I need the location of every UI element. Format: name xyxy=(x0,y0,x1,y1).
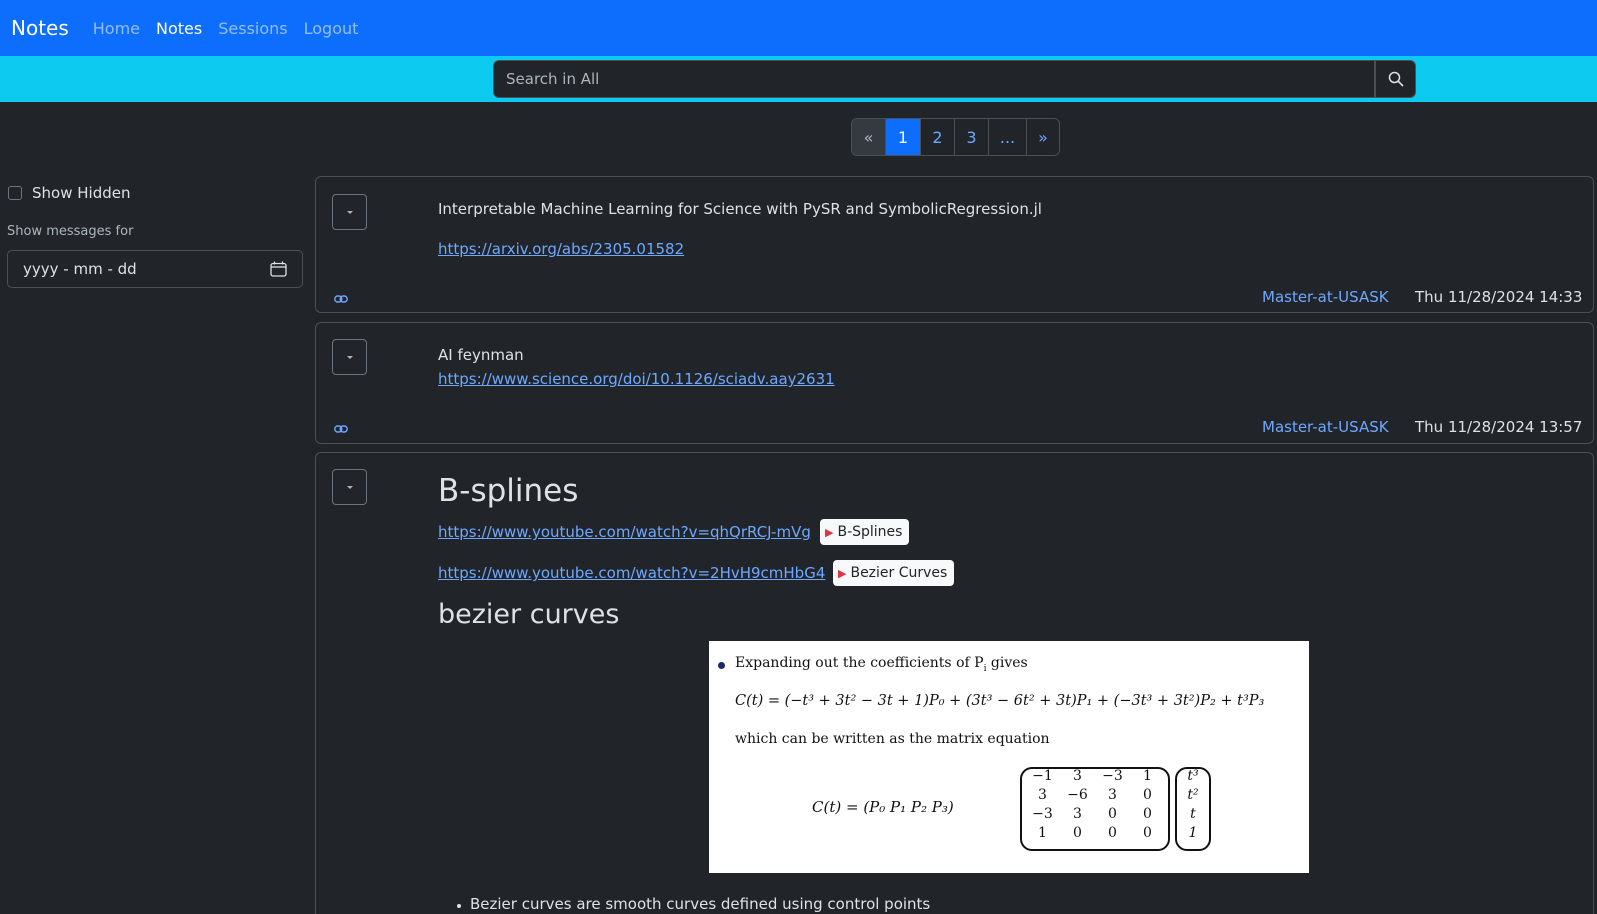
page-2[interactable]: 2 xyxy=(921,119,955,155)
note-card: AI feynman https://www.science.org/doi/1… xyxy=(315,322,1594,444)
note-toggle-button[interactable] xyxy=(332,339,367,375)
note-link[interactable]: https://www.science.org/doi/10.1126/scia… xyxy=(438,370,835,388)
show-hidden-label: Show Hidden xyxy=(32,184,131,202)
note-timestamp: Thu 11/28/2024 13:57 xyxy=(1415,418,1583,436)
matrix-cell: 0 xyxy=(1073,825,1082,841)
vector-cell: t² xyxy=(1187,787,1199,803)
note-author[interactable]: Master-at-USASK xyxy=(1262,288,1389,306)
page-1[interactable]: 1 xyxy=(886,119,921,155)
note-toggle-button[interactable] xyxy=(332,469,367,505)
link-icon[interactable] xyxy=(334,425,348,433)
note-bullet: Bezier curves are smooth curves defined … xyxy=(470,895,931,913)
math-lhs: C(t) = (P₀ P₁ P₂ P₃) xyxy=(812,798,954,816)
matrix-cell: 1 xyxy=(1038,825,1047,841)
show-hidden-checkbox[interactable] xyxy=(8,186,22,200)
vector-cell: t³ xyxy=(1187,768,1199,784)
navbar: Notes Home Notes Sessions Logout xyxy=(0,0,1597,56)
nav-logout-link[interactable]: Logout xyxy=(304,19,359,38)
youtube-badge[interactable]: ▶ Bezier Curves xyxy=(833,560,955,586)
show-hidden-toggle[interactable]: Show Hidden xyxy=(8,184,130,202)
matrix-cell: 3 xyxy=(1038,787,1047,803)
play-icon: ▶ xyxy=(825,525,834,539)
nav-notes-link[interactable]: Notes xyxy=(156,19,202,38)
bullet-icon xyxy=(457,904,461,908)
page-ellipsis[interactable]: ... xyxy=(989,119,1027,155)
matrix-cell: −3 xyxy=(1032,806,1053,822)
nav-sessions-link[interactable]: Sessions xyxy=(218,19,287,38)
note-title: AI feynman xyxy=(438,346,524,364)
matrix-cell: 0 xyxy=(1108,825,1117,841)
matrix-cell: 0 xyxy=(1108,806,1117,822)
badge-label: Bezier Curves xyxy=(850,565,948,581)
page-next[interactable]: » xyxy=(1027,119,1059,155)
nav-home-link[interactable]: Home xyxy=(93,19,140,38)
link-icon[interactable] xyxy=(334,295,348,303)
matrix-cell: −3 xyxy=(1102,768,1123,784)
note-toggle-button[interactable] xyxy=(332,194,367,230)
note-card: B-splines https://www.youtube.com/watch?… xyxy=(315,452,1594,914)
matrix-cell: 3 xyxy=(1073,806,1082,822)
calendar-icon[interactable] xyxy=(270,261,287,277)
badge-label: B-Splines xyxy=(837,524,903,540)
pagination: « 1 2 3 ... » xyxy=(851,118,1060,156)
matrix-cell: 0 xyxy=(1143,787,1152,803)
matrix-cell: −1 xyxy=(1032,768,1053,784)
caret-down-icon xyxy=(346,355,353,359)
caret-down-icon xyxy=(346,485,353,489)
note-subheading: bezier curves xyxy=(438,599,620,630)
note-title: Interpretable Machine Learning for Scien… xyxy=(438,200,1042,218)
math-image: Expanding out the coefficients of Pi giv… xyxy=(709,641,1309,873)
note-link[interactable]: https://arxiv.org/abs/2305.01582 xyxy=(438,240,684,258)
note-timestamp: Thu 11/28/2024 14:33 xyxy=(1415,288,1583,306)
math-intro: Expanding out the coefficients of Pi giv… xyxy=(735,655,1028,674)
matrix-cell: 3 xyxy=(1108,787,1117,803)
matrix-cell: 0 xyxy=(1143,825,1152,841)
youtube-link[interactable]: https://www.youtube.com/watch?v=qhQrRCJ-… xyxy=(438,523,811,541)
date-input[interactable]: yyyy - mm - dd xyxy=(7,250,303,288)
youtube-link[interactable]: https://www.youtube.com/watch?v=2HvH9cmH… xyxy=(438,564,825,582)
show-messages-label: Show messages for xyxy=(7,224,134,239)
t-vector: t³ t² t 1 xyxy=(1179,768,1207,841)
caret-down-icon xyxy=(346,210,353,214)
coefficient-matrix: −1 3 −3 1 3 −6 3 0 −3 3 0 0 1 0 0 0 xyxy=(1025,768,1165,841)
matrix-cell: 3 xyxy=(1073,768,1082,784)
search-bar: Search in All xyxy=(0,56,1597,102)
vector-cell: t xyxy=(1190,806,1196,822)
search-icon xyxy=(1388,71,1404,87)
matrix-cell: 0 xyxy=(1143,806,1152,822)
youtube-badge[interactable]: ▶ B-Splines xyxy=(820,519,910,545)
vector-cell: 1 xyxy=(1188,825,1198,841)
brand-logo[interactable]: Notes xyxy=(11,16,69,40)
note-author[interactable]: Master-at-USASK xyxy=(1262,418,1389,436)
play-icon: ▶ xyxy=(838,566,847,580)
date-placeholder: yyyy - mm - dd xyxy=(23,260,137,278)
matrix-cell: 1 xyxy=(1143,768,1152,784)
search-button[interactable] xyxy=(1375,60,1416,98)
math-middle: which can be written as the matrix equat… xyxy=(735,731,1050,747)
page-3[interactable]: 3 xyxy=(955,119,989,155)
note-card: Interpretable Machine Learning for Scien… xyxy=(315,176,1594,313)
matrix-cell: −6 xyxy=(1067,787,1088,803)
math-equation: C(t) = (−t³ + 3t² − 3t + 1)P₀ + (3t³ − 6… xyxy=(735,693,1265,709)
search-input[interactable]: Search in All xyxy=(493,60,1375,98)
bullet-icon xyxy=(718,662,725,669)
note-heading: B-splines xyxy=(438,473,579,509)
page-prev: « xyxy=(852,119,886,155)
